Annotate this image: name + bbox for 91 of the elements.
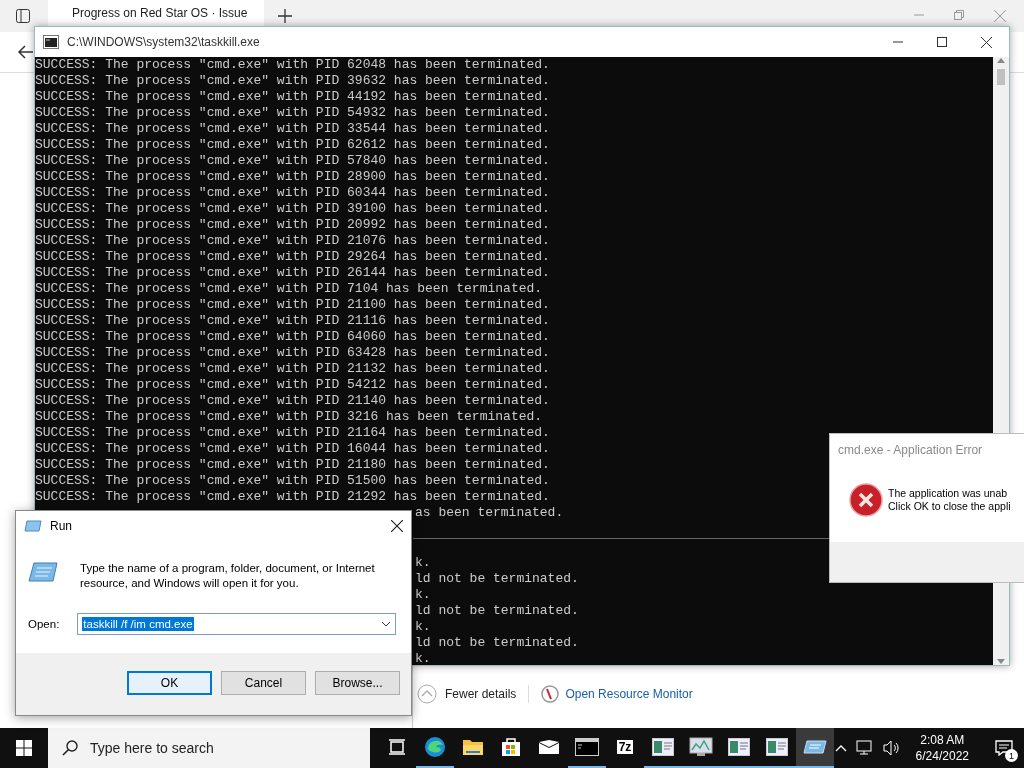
console-line: ld not be terminated. [415,603,579,618]
dialog-button[interactable]: Cancel [221,671,306,695]
terminal-icon[interactable] [575,738,599,756]
taskbar-search-field[interactable]: Type here to search [48,728,370,768]
console-line: SUCCESS: The process "cmd.exe" with PID 63428 has been terminated. [35,345,550,361]
console-line: SUCCESS: The process "cmd.exe" with PID 57840 has been terminated. [35,153,550,169]
chevron-up-icon[interactable] [834,744,847,752]
console-line: SUCCESS: The process "cmd.exe" with PID 7104 has been terminated. [35,281,543,297]
console-line: SUCCESS: The process "cmd.exe" with PID 62048 has been terminated. [35,57,550,73]
network-icon[interactable] [855,740,874,756]
dialog-button[interactable]: Browse... [315,671,400,695]
command-combo-box[interactable]: taskkill /f /im cmd.exe [77,613,397,635]
back-arrow-icon[interactable] [17,45,33,59]
console-line: SUCCESS: The process "cmd.exe" with PID 21076 has been terminated. [35,233,550,249]
new-tab-icon[interactable] [278,9,292,23]
console-line: SUCCESS: The process "cmd.exe" with PID 21292 has been terminated. [35,489,550,505]
console-line: SUCCESS: The process "cmd.exe" with PID 29264 has been terminated. [35,249,550,265]
task-view-icon[interactable] [388,739,406,755]
open-label: Open: [28,618,60,630]
scroll-thumb[interactable] [997,69,1005,85]
taskbar-app-button[interactable]: 7z [606,728,644,768]
console-line: SUCCESS: The process "cmd.exe" with PID 21164 has been terminated. [35,425,550,441]
open-resource-monitor-link[interactable]: Open Resource Monitor [565,687,693,701]
console-line: SUCCESS: The process "cmd.exe" with PID 20992 has been terminated. [35,217,550,233]
sidebar-icon[interactable] [16,9,30,23]
taskbar-app-button[interactable] [796,728,834,768]
close-icon[interactable] [981,36,992,48]
console-line: SUCCESS: The process "cmd.exe" with PID 33544 has been terminated. [35,121,550,137]
console-line: SUCCESS: The process "cmd.exe" with PID 60344 has been terminated. [35,185,550,201]
run-icon [24,520,42,532]
search-icon [62,740,78,756]
console-line: SUCCESS: The process "cmd.exe" with PID 54932 has been terminated. [35,105,550,121]
console-line: SUCCESS: The process "cmd.exe" with PID 16044 has been terminated. [35,441,550,457]
console-line: k. [415,619,431,634]
app-window-icon[interactable] [766,738,788,756]
fewer-details-button[interactable]: Fewer details [417,684,517,704]
7zip-icon[interactable]: 7z [616,740,634,754]
error-message: Click OK to close the appli [888,499,1011,513]
dialog-title: cmd.exe - Application Error [837,442,984,457]
console-line: SUCCESS: The process "cmd.exe" with PID 51500 has been terminated. [35,473,550,489]
notification-badge: 1 [1005,749,1018,762]
gauge-icon[interactable] [541,685,560,703]
console-line: SUCCESS: The process "cmd.exe" with PID 3216 has been terminated. [35,409,543,425]
dialog-title: Run [50,519,72,533]
console-line: SUCCESS: The process "cmd.exe" with PID 44192 has been terminated. [35,89,550,105]
mail-icon[interactable] [538,739,560,755]
console-app-icon [43,35,59,49]
clock-time[interactable]: 2:08 AM [920,732,965,748]
folder-icon[interactable] [462,738,484,756]
app-window-icon[interactable] [652,738,674,756]
window-title: C:\WINDOWS\system32\taskkill.exe [67,35,260,49]
run-icon [28,561,58,583]
close-icon [391,520,403,532]
console-line: SUCCESS: The process "cmd.exe" with PID 21100 has been terminated. [35,297,550,313]
close-button[interactable] [391,520,403,532]
run-icon[interactable] [803,739,827,755]
console-line: SUCCESS: The process "cmd.exe" with PID 54212 has been terminated. [35,377,550,393]
console-line: ld not be terminated. [415,635,579,650]
scroll-up-icon[interactable] [997,57,1005,63]
console-line: k. [415,587,431,602]
tab-title: Progress on Red Star OS · Issue [72,6,248,20]
dropdown-caret-icon[interactable] [381,621,392,627]
restore-icon[interactable] [954,10,964,20]
console-line: ld not be terminated. [415,571,579,586]
console-line: SUCCESS: The process "cmd.exe" with PID 21140 has been terminated. [35,393,550,409]
browser-tab[interactable]: Progress on Red Star OS · Issue [48,0,264,26]
console-line: k. [415,651,431,666]
console-line: SUCCESS: The process "cmd.exe" with PID 21132 has been terminated. [35,361,550,377]
console-line: SUCCESS: The process "cmd.exe" with PID 64060 has been terminated. [35,329,550,345]
app-window-icon[interactable] [728,738,750,756]
monitor-chart-icon[interactable] [689,737,713,757]
error-icon [849,482,883,517]
windows-start-icon[interactable] [16,740,32,756]
console-line: k. [415,555,431,570]
console-line: SUCCESS: The process "cmd.exe" with PID 62612 has been terminated. [35,137,550,153]
dialog-button[interactable]: OK [127,671,212,695]
volume-icon[interactable] [882,740,901,756]
maximize-icon[interactable] [937,36,947,47]
console-line: SUCCESS: The process "cmd.exe" with PID 28900 has been terminated. [35,169,550,185]
console-line: SUCCESS: The process "cmd.exe" with PID 39100 has been terminated. [35,201,550,217]
console-line: SUCCESS: The process "cmd.exe" with PID 26144 has been terminated. [35,265,550,281]
run-description: Type the name of a program, folder, document, or Internet resource, and Windows will open it for you. [80,561,376,591]
error-message: The application was unab [888,486,1009,500]
console-line: as been terminated. [415,505,564,520]
edge-browser-icon[interactable] [424,736,446,758]
console-line: SUCCESS: The process "cmd.exe" with PID 21180 has been terminated. [35,457,550,473]
console-line: SUCCESS: The process "cmd.exe" with PID 21116 has been terminated. [35,313,550,329]
chevron-up-icon [417,684,437,704]
store-bag-icon[interactable] [501,737,521,757]
clock-date[interactable]: 6/24/2022 [915,748,969,764]
console-line: SUCCESS: The process "cmd.exe" with PID 39632 has been terminated. [35,73,550,89]
